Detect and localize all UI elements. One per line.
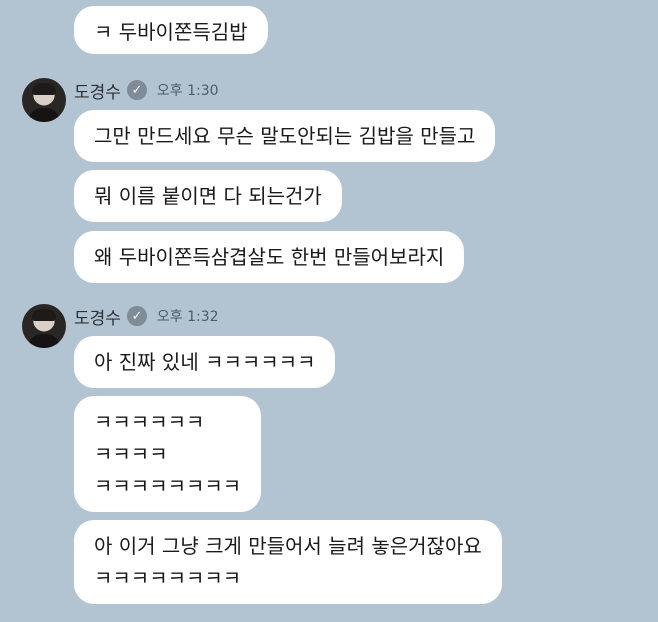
avatar[interactable] [22, 78, 66, 122]
sender-info: 도경수 ✓ 오후 1:32 [74, 304, 219, 329]
message-text-line: ㅋㅋㅋㅋㅋㅋ [94, 410, 205, 434]
message-text-line: ㅋㅋㅋㅋㅋㅋㅋㅋ [94, 474, 242, 498]
message-text: 왜 두바이쫀득삼겹살도 한번 만들어보라지 [94, 245, 445, 269]
message-bubble[interactable]: ㅋㅋㅋㅋㅋㅋ ㅋㅋㅋㅋ ㅋㅋㅋㅋㅋㅋㅋㅋ [74, 396, 262, 512]
message-text-line: 아 이거 그냥 크게 만들어서 늘려 놓은거잖아요 [94, 534, 482, 558]
message-text: 그만 만드세요 무슨 말도안되는 김밥을 만들고 [94, 124, 476, 148]
message-bubble[interactable]: 아 이거 그냥 크게 만들어서 늘려 놓은거잖아요 ㅋㅋㅋㅋㅋㅋㅋㅋ [74, 520, 502, 604]
avatar[interactable] [22, 304, 66, 348]
message-text: 뭐 이름 붙이면 다 되는건가 [94, 184, 322, 208]
sender-name[interactable]: 도경수 [74, 78, 121, 103]
message-bubble[interactable]: 뭐 이름 붙이면 다 되는건가 [74, 170, 342, 222]
message-bubble[interactable]: ㅋ 두바이쫀득김밥 [74, 6, 268, 54]
sender-name[interactable]: 도경수 [74, 304, 121, 329]
sender-info: 도경수 ✓ 오후 1:30 [74, 78, 219, 103]
message-text: 아 진짜 있네 ㅋㅋㅋㅋㅋㅋ [94, 350, 316, 374]
verified-check-icon: ✓ [126, 306, 147, 326]
message-bubble[interactable]: 그만 만드세요 무슨 말도안되는 김밥을 만들고 [74, 110, 496, 162]
message-text: ㅋ 두바이쫀득김밥 [94, 20, 248, 44]
message-bubble[interactable]: 아 진짜 있네 ㅋㅋㅋㅋㅋㅋ [74, 336, 336, 388]
verified-check-icon: ✓ [126, 80, 147, 100]
message-text-line: ㅋㅋㅋㅋㅋㅋㅋㅋ [94, 566, 242, 590]
message-time: 오후 1:30 [156, 83, 219, 99]
message-bubble[interactable]: 왜 두바이쫀득삼겹살도 한번 만들어보라지 [74, 231, 465, 283]
message-time: 오후 1:32 [156, 309, 219, 325]
message-text-line: ㅋㅋㅋㅋ [94, 442, 168, 466]
